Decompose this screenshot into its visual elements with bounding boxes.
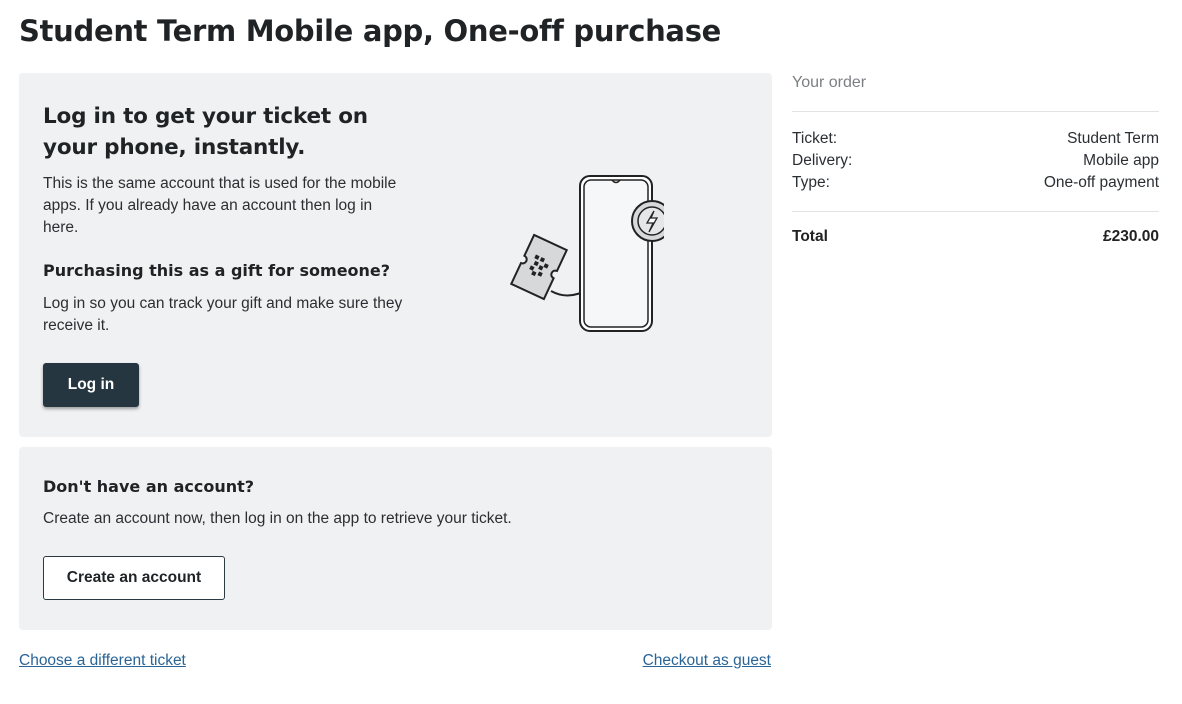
order-row-label: Ticket: [792, 130, 838, 147]
page-title: Student Term Mobile app, One-off purchas… [19, 14, 722, 48]
order-divider [792, 111, 1159, 112]
order-title: Your order [792, 74, 867, 91]
order-details: Ticket: Student Term Delivery: Mobile ap… [792, 128, 1159, 194]
login-panel: Log in to get your ticket on your phone,… [19, 73, 772, 437]
phone-ticket-transfer-icon [509, 175, 664, 332]
account-panel: Don't have an account? Create an account… [19, 447, 772, 630]
login-description: This is the same account that is used fo… [43, 175, 397, 236]
create-account-button[interactable]: Create an account [43, 556, 225, 600]
login-heading: Log in to get your ticket on your phone,… [43, 104, 368, 160]
order-row-value: One-off payment [1043, 174, 1159, 191]
order-row-ticket: Ticket: Student Term [792, 128, 1159, 150]
account-description: Create an account now, then log in on th… [43, 510, 512, 527]
total-label: Total [792, 228, 828, 245]
order-row-delivery: Delivery: Mobile app [792, 150, 1159, 172]
account-heading: Don't have an account? [43, 477, 255, 496]
order-total: Total £230.00 [792, 228, 1159, 246]
total-value: £230.00 [1102, 228, 1159, 245]
order-row-value: Mobile app [1083, 152, 1159, 169]
choose-different-ticket-link[interactable]: Choose a different ticket [19, 652, 186, 670]
order-divider [792, 211, 1159, 212]
order-row-label: Type: [792, 174, 830, 191]
login-button[interactable]: Log in [43, 363, 139, 407]
order-summary: Your order Ticket: Student Term Delivery… [792, 74, 1159, 246]
checkout-as-guest-link[interactable]: Checkout as guest [643, 652, 771, 670]
order-row-value: Student Term [1067, 130, 1159, 147]
gift-heading: Purchasing this as a gift for someone? [43, 261, 391, 280]
order-row-label: Delivery: [792, 152, 853, 169]
gift-description: Log in so you can track your gift and ma… [43, 295, 403, 334]
order-row-type: Type: One-off payment [792, 172, 1159, 194]
